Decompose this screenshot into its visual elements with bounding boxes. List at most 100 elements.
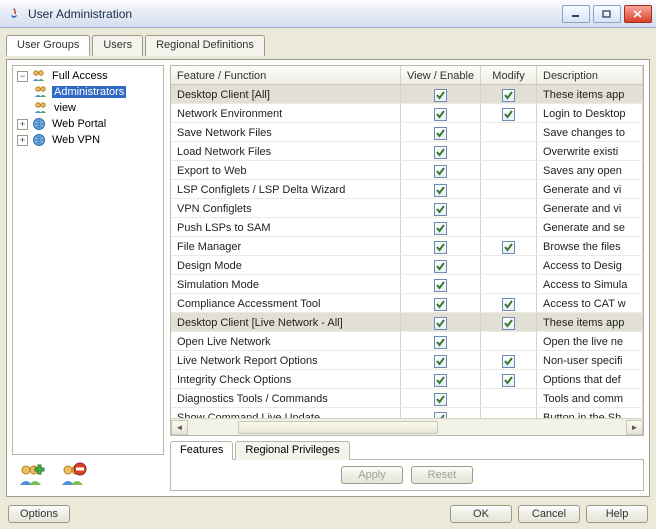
- tree-node-view[interactable]: view: [13, 100, 163, 116]
- column-header-description[interactable]: Description: [537, 66, 643, 84]
- checkbox[interactable]: [434, 108, 447, 121]
- checkbox[interactable]: [502, 298, 515, 311]
- cell-modify[interactable]: [481, 408, 537, 418]
- table-row[interactable]: Live Network Report OptionsNon-user spec…: [171, 351, 643, 370]
- cell-modify[interactable]: [481, 161, 537, 179]
- table-row[interactable]: Desktop Client [Live Network - All]These…: [171, 313, 643, 332]
- column-header-modify[interactable]: Modify: [481, 66, 537, 84]
- maximize-button[interactable]: [593, 5, 621, 23]
- cell-modify[interactable]: [481, 104, 537, 122]
- cell-modify[interactable]: [481, 389, 537, 407]
- table-row[interactable]: Show Command Live UpdateButton in the Sh: [171, 408, 643, 418]
- checkbox[interactable]: [434, 222, 447, 235]
- checkbox[interactable]: [502, 241, 515, 254]
- subtab-regional-privileges[interactable]: Regional Privileges: [235, 441, 349, 460]
- tab-user-groups[interactable]: User Groups: [6, 35, 90, 56]
- table-row[interactable]: Load Network FilesOverwrite existi: [171, 142, 643, 161]
- cell-modify[interactable]: [481, 180, 537, 198]
- cell-modify[interactable]: [481, 332, 537, 350]
- grid-body[interactable]: Desktop Client [All]These items appNetwo…: [171, 85, 643, 418]
- table-row[interactable]: VPN ConfigletsGenerate and vi: [171, 199, 643, 218]
- table-row[interactable]: File ManagerBrowse the files: [171, 237, 643, 256]
- cell-view[interactable]: [401, 256, 481, 274]
- minimize-button[interactable]: [562, 5, 590, 23]
- cell-modify[interactable]: [481, 123, 537, 141]
- checkbox[interactable]: [502, 317, 515, 330]
- scrollbar-thumb[interactable]: [238, 421, 438, 434]
- column-header-view[interactable]: View / Enable: [401, 66, 481, 84]
- cell-modify[interactable]: [481, 275, 537, 293]
- cell-view[interactable]: [401, 85, 481, 103]
- checkbox[interactable]: [434, 127, 447, 140]
- checkbox[interactable]: [502, 89, 515, 102]
- horizontal-scrollbar[interactable]: ◄ ►: [171, 418, 643, 435]
- scroll-left-icon[interactable]: ◄: [171, 420, 188, 435]
- cell-view[interactable]: [401, 237, 481, 255]
- cell-modify[interactable]: [481, 351, 537, 369]
- table-row[interactable]: Integrity Check OptionsOptions that def: [171, 370, 643, 389]
- remove-group-button[interactable]: [56, 459, 90, 491]
- apply-button[interactable]: Apply: [341, 466, 403, 484]
- table-row[interactable]: Design ModeAccess to Desig: [171, 256, 643, 275]
- cell-view[interactable]: [401, 332, 481, 350]
- expand-icon[interactable]: +: [17, 135, 28, 146]
- ok-button[interactable]: OK: [450, 505, 512, 523]
- checkbox[interactable]: [434, 260, 447, 273]
- options-button[interactable]: Options: [8, 505, 70, 523]
- table-row[interactable]: Export to WebSaves any open: [171, 161, 643, 180]
- table-row[interactable]: Desktop Client [All]These items app: [171, 85, 643, 104]
- tree-node-administrators[interactable]: Administrators: [13, 84, 163, 100]
- subtab-features[interactable]: Features: [170, 441, 233, 460]
- cell-view[interactable]: [401, 294, 481, 312]
- cell-view[interactable]: [401, 180, 481, 198]
- cell-view[interactable]: [401, 123, 481, 141]
- table-row[interactable]: Open Live NetworkOpen the live ne: [171, 332, 643, 351]
- checkbox[interactable]: [434, 298, 447, 311]
- cell-modify[interactable]: [481, 370, 537, 388]
- table-row[interactable]: Simulation ModeAccess to Simula: [171, 275, 643, 294]
- checkbox[interactable]: [434, 203, 447, 216]
- expand-icon[interactable]: +: [17, 119, 28, 130]
- checkbox[interactable]: [434, 279, 447, 292]
- checkbox[interactable]: [502, 108, 515, 121]
- table-row[interactable]: Push LSPs to SAMGenerate and se: [171, 218, 643, 237]
- checkbox[interactable]: [434, 336, 447, 349]
- tab-regional-definitions[interactable]: Regional Definitions: [145, 35, 265, 56]
- checkbox[interactable]: [434, 355, 447, 368]
- cell-view[interactable]: [401, 408, 481, 418]
- table-row[interactable]: LSP Configlets / LSP Delta WizardGenerat…: [171, 180, 643, 199]
- cell-view[interactable]: [401, 351, 481, 369]
- cell-modify[interactable]: [481, 199, 537, 217]
- checkbox[interactable]: [434, 89, 447, 102]
- cell-view[interactable]: [401, 199, 481, 217]
- cell-modify[interactable]: [481, 313, 537, 331]
- cell-modify[interactable]: [481, 237, 537, 255]
- cell-view[interactable]: [401, 161, 481, 179]
- checkbox[interactable]: [434, 184, 447, 197]
- checkbox[interactable]: [434, 165, 447, 178]
- cell-modify[interactable]: [481, 218, 537, 236]
- table-row[interactable]: Save Network FilesSave changes to: [171, 123, 643, 142]
- checkbox[interactable]: [434, 241, 447, 254]
- tree-node-web-vpn[interactable]: + Web VPN: [13, 132, 163, 148]
- reset-button[interactable]: Reset: [411, 466, 473, 484]
- cell-view[interactable]: [401, 218, 481, 236]
- checkbox[interactable]: [434, 317, 447, 330]
- checkbox[interactable]: [434, 146, 447, 159]
- scroll-right-icon[interactable]: ►: [626, 420, 643, 435]
- cell-modify[interactable]: [481, 85, 537, 103]
- cell-view[interactable]: [401, 389, 481, 407]
- tree-node-full-access[interactable]: − Full Access: [13, 68, 163, 84]
- checkbox[interactable]: [502, 374, 515, 387]
- add-group-button[interactable]: [14, 459, 48, 491]
- cell-modify[interactable]: [481, 142, 537, 160]
- collapse-icon[interactable]: −: [17, 71, 28, 82]
- cell-view[interactable]: [401, 142, 481, 160]
- tab-users[interactable]: Users: [92, 35, 143, 56]
- cancel-button[interactable]: Cancel: [518, 505, 580, 523]
- close-button[interactable]: [624, 5, 652, 23]
- group-tree[interactable]: − Full Access Administrators: [12, 65, 164, 455]
- tree-node-web-portal[interactable]: + Web Portal: [13, 116, 163, 132]
- cell-view[interactable]: [401, 313, 481, 331]
- table-row[interactable]: Network EnvironmentLogin to Desktop: [171, 104, 643, 123]
